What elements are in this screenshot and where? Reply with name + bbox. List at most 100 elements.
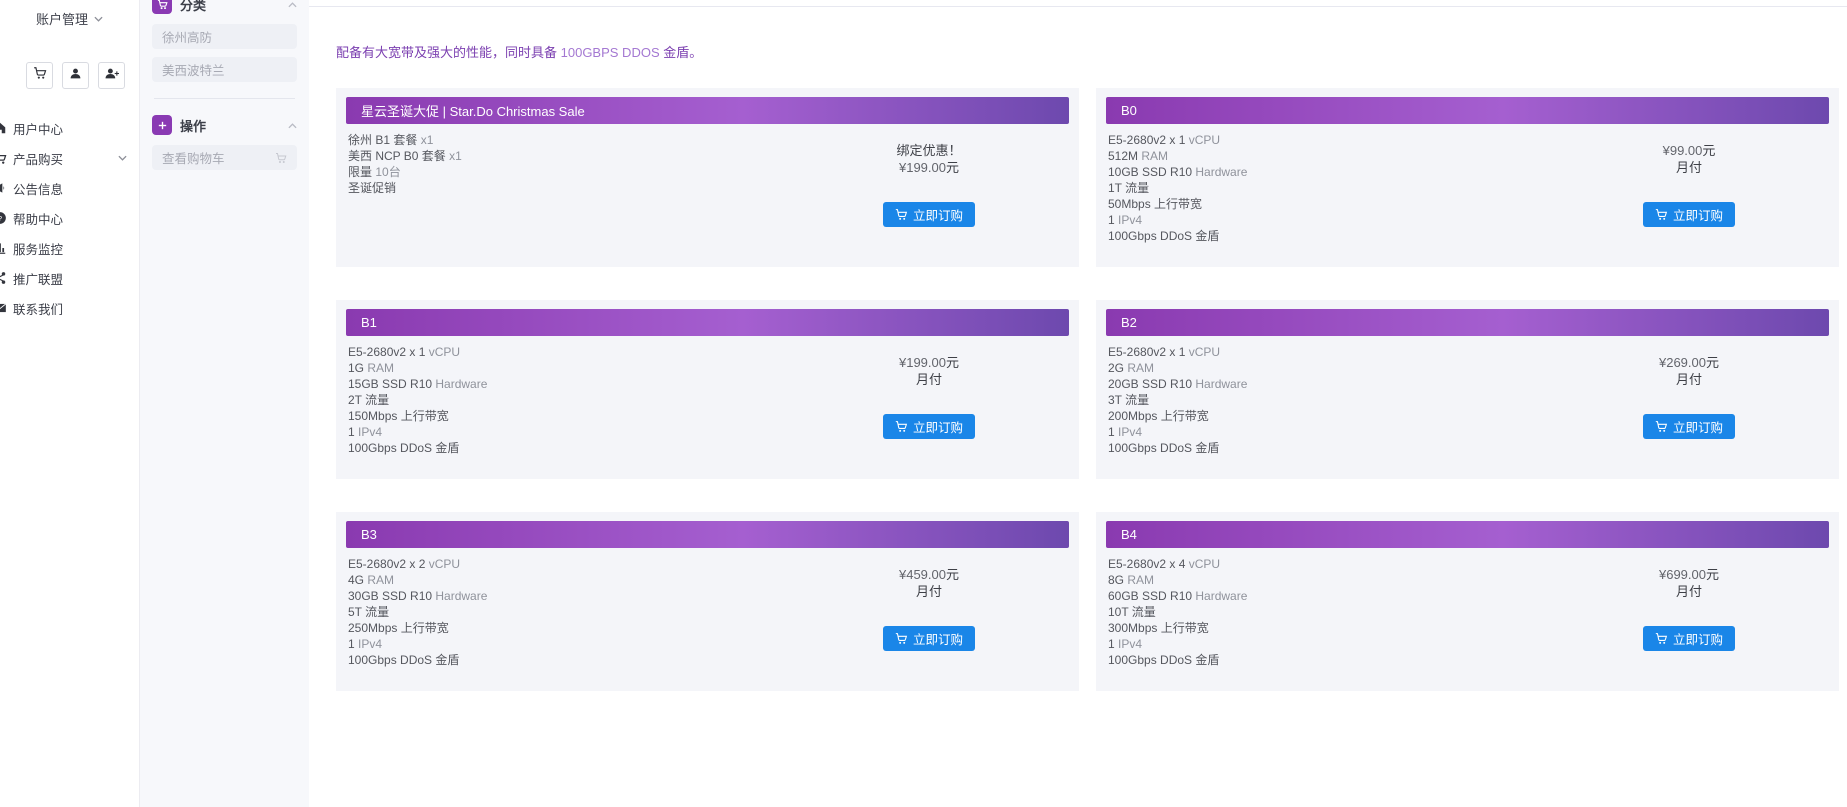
- sidebar-item-announcements[interactable]: 公告信息: [0, 173, 139, 203]
- cart-icon: [33, 66, 47, 85]
- action-section-header[interactable]: 操作: [152, 113, 297, 137]
- card-title: B3: [361, 527, 377, 542]
- category-item-label: 美西波特兰: [162, 64, 225, 78]
- order-button[interactable]: 立即订购: [1642, 626, 1735, 651]
- user-button[interactable]: [62, 62, 89, 89]
- plus-icon: [152, 115, 172, 135]
- spec-line: 1 IPv4: [1108, 425, 1143, 439]
- category-item-xuzhou[interactable]: 徐州高防: [152, 24, 297, 49]
- cart-button[interactable]: [26, 62, 53, 89]
- category-item-portland[interactable]: 美西波特兰: [152, 57, 297, 82]
- order-button[interactable]: 立即订购: [882, 202, 975, 227]
- price-label: ¥269.00元: [1658, 355, 1719, 370]
- sidebar-item-label: 产品购买: [13, 152, 64, 167]
- user-plus-button[interactable]: [98, 62, 125, 89]
- sidebar-nav: 用户中心 产品购买 公告信息 ? 帮助: [0, 113, 139, 323]
- card-header: B1: [346, 309, 1069, 336]
- spec-list: 徐州 B1 套餐 x1 美西 NCP B0 套餐 x1 限量 10台 圣诞促销: [346, 132, 462, 227]
- sidebar-item-label: 服务监控: [13, 242, 64, 257]
- order-button-label: 立即订购: [912, 633, 963, 647]
- action-section-title: 操作: [180, 118, 207, 134]
- top-navbar-edge: [309, 0, 1847, 7]
- promo-label: 绑定优惠！: [896, 143, 962, 158]
- spec-line: 4G RAM: [348, 573, 395, 587]
- quick-actions-row: [0, 62, 139, 89]
- card-title: B2: [1121, 315, 1137, 330]
- order-button[interactable]: 立即订购: [1642, 414, 1735, 439]
- cart-icon: [152, 0, 172, 14]
- price-label: ¥199.00元: [898, 160, 959, 175]
- spec-line: 250Mbps 上行带宽: [348, 621, 449, 635]
- bullhorn-icon: [0, 181, 7, 195]
- view-cart-label: 查看购物车: [162, 152, 225, 166]
- spec-line: 100Gbps DDoS 金盾: [1108, 653, 1220, 667]
- app-window: 账户管理 用户中心 产品购买 公告信息 帮助中心 服务监控 推广联盟 联系我们 …: [0, 0, 1847, 807]
- spec-line: 1 IPv4: [1108, 637, 1143, 651]
- home-icon: [0, 121, 7, 135]
- cart-icon: [1655, 420, 1668, 433]
- billing-cycle-label: 月付: [1675, 584, 1702, 599]
- card-title: B4: [1121, 527, 1137, 542]
- cart-icon: [1655, 208, 1668, 221]
- cart-icon: [0, 151, 7, 165]
- spec-line: 1 IPv4: [1108, 213, 1143, 227]
- intro-part3: 金盾。: [659, 45, 703, 60]
- plan-card-b0: B0 E5-2680v2 x 1 vCPU 512M RAM 10GB SSD …: [1096, 88, 1839, 267]
- spec-line: 100Gbps DDoS 金盾: [1108, 441, 1220, 455]
- sidebar-item-affiliate[interactable]: 推广联盟: [0, 263, 139, 293]
- spec-line: 美西 NCP B0 套餐 x1: [348, 149, 462, 163]
- sidebar-item-label: 公告信息: [13, 182, 64, 197]
- sidebar-item-user-center[interactable]: 用户中心: [0, 113, 139, 143]
- spec-line: 2T 流量: [348, 393, 390, 407]
- card-body: E5-2680v2 x 2 vCPU 4G RAM 30GB SSD R10 H…: [346, 556, 1069, 668]
- sidebar-item-product-purchase[interactable]: 产品购买: [0, 143, 139, 173]
- cart-icon: [275, 152, 287, 164]
- spec-line: 100Gbps DDoS 金盾: [1108, 229, 1220, 243]
- card-header: B0: [1106, 97, 1829, 124]
- spec-line: E5-2680v2 x 2 vCPU: [348, 557, 461, 571]
- order-button-label: 立即订购: [912, 209, 963, 223]
- card-body: E5-2680v2 x 1 vCPU 512M RAM 10GB SSD R10…: [1106, 132, 1829, 244]
- card-header: B4: [1106, 521, 1829, 548]
- spec-line: 2G RAM: [1108, 361, 1155, 375]
- order-button[interactable]: 立即订购: [882, 414, 975, 439]
- spec-line: 1T 流量: [1108, 181, 1150, 195]
- spec-line: 5T 流量: [348, 605, 390, 619]
- spec-line: 512M RAM: [1108, 149, 1169, 163]
- spec-line: 1 IPv4: [348, 425, 383, 439]
- spec-line: 150Mbps 上行带宽: [348, 409, 449, 423]
- billing-cycle-label: 月付: [1675, 160, 1702, 175]
- category-item-label: 徐州高防: [162, 31, 213, 45]
- sidebar-item-contact-us[interactable]: 联系我们: [0, 293, 139, 323]
- intro-text: 配备有大宽带及强大的性能，同时具备 100GBPS DDOS 金盾。: [336, 42, 1847, 61]
- spec-line: 1 IPv4: [348, 637, 383, 651]
- view-cart-item[interactable]: 查看购物车: [152, 145, 297, 170]
- order-button[interactable]: 立即订购: [882, 626, 975, 651]
- spec-line: 60GB SSD R10 Hardware: [1108, 589, 1248, 603]
- billing-cycle-label: 月付: [1675, 372, 1702, 387]
- order-button[interactable]: 立即订购: [1642, 202, 1735, 227]
- envelope-icon: [0, 301, 7, 315]
- share-icon: [0, 271, 7, 285]
- account-menu-toggle[interactable]: 账户管理: [0, 9, 139, 28]
- category-section-header[interactable]: 分类: [152, 0, 297, 16]
- spec-line: 1G RAM: [348, 361, 395, 375]
- purchase-column: 绑定优惠！ ¥199.00元 立即订购: [814, 132, 1044, 227]
- question-circle-icon: ?: [0, 211, 7, 225]
- spec-line: 10T 流量: [1108, 605, 1156, 619]
- svg-text:?: ?: [0, 214, 2, 223]
- order-button-label: 立即订购: [1672, 209, 1723, 223]
- spec-list: E5-2680v2 x 1 vCPU 2G RAM 20GB SSD R10 H…: [1106, 344, 1247, 456]
- cart-icon: [895, 632, 908, 645]
- sidebar-item-help-center[interactable]: ? 帮助中心: [0, 203, 139, 233]
- user-plus-icon: [105, 67, 119, 85]
- monitor-icon: [0, 241, 7, 255]
- account-menu-label: 账户管理: [35, 12, 88, 27]
- spec-line: E5-2680v2 x 1 vCPU: [1108, 133, 1221, 147]
- spec-line: 300Mbps 上行带宽: [1108, 621, 1209, 635]
- chevron-up-icon: [288, 0, 297, 13]
- sidebar-item-service-monitor[interactable]: 服务监控: [0, 233, 139, 263]
- spec-list: E5-2680v2 x 2 vCPU 4G RAM 30GB SSD R10 H…: [346, 556, 487, 668]
- intro-part2: 100GBPS DDOS: [560, 45, 660, 60]
- spec-list: E5-2680v2 x 1 vCPU 512M RAM 10GB SSD R10…: [1106, 132, 1247, 244]
